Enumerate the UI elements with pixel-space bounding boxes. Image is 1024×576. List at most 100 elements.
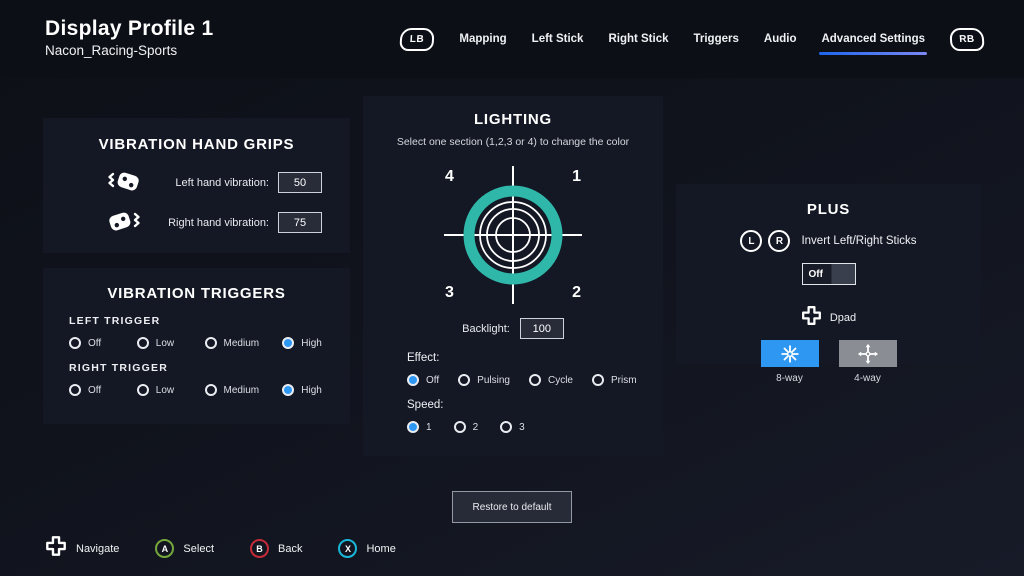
section-2-label[interactable]: 2 (572, 284, 581, 302)
legend-back-label: Back (278, 543, 302, 555)
left-hand-vibration-label: Left hand vibration: (147, 177, 278, 189)
controller-legend-bar: Navigate A Select B Back X Home (45, 535, 396, 562)
tab-triggers[interactable]: Triggers (694, 29, 739, 49)
tab-audio[interactable]: Audio (764, 29, 797, 49)
right-trigger-medium[interactable]: Medium (205, 384, 283, 396)
backlight-row: Backlight: (363, 318, 663, 339)
right-hand-vibration-label: Right hand vibration: (147, 217, 278, 229)
profile-title-block: Display Profile 1 Nacon_Racing-Sports (45, 17, 214, 58)
section-4-label[interactable]: 4 (445, 168, 454, 186)
legend-select-label: Select (183, 543, 214, 555)
page-title: Display Profile 1 (45, 17, 214, 41)
legend-navigate: Navigate (45, 535, 119, 562)
invert-sticks-row: L R Invert Left/Right Sticks (676, 230, 981, 252)
tab-advanced-settings[interactable]: Advanced Settings (821, 29, 925, 49)
active-tab-underline (819, 52, 927, 55)
lighting-panel: LIGHTING Select one section (1,2,3 or 4)… (363, 96, 663, 456)
effect-pulsing[interactable]: Pulsing (458, 374, 510, 386)
speed-1[interactable]: 1 (407, 421, 432, 433)
vibration-hand-grips-title: VIBRATION HAND GRIPS (43, 136, 350, 153)
four-way-button[interactable] (839, 340, 897, 367)
right-trigger-options: Off Low Medium High (69, 384, 350, 396)
speed-options: 1 2 3 (407, 421, 663, 433)
lb-bumper-icon[interactable]: LB (400, 28, 436, 51)
lighting-title: LIGHTING (363, 111, 663, 128)
dpad-icon (45, 535, 67, 562)
tab-mapping[interactable]: Mapping (459, 29, 506, 49)
lighting-target-icon (438, 160, 588, 310)
legend-navigate-label: Navigate (76, 543, 119, 555)
radio-icon (69, 337, 81, 349)
tab-left-stick[interactable]: Left Stick (532, 29, 584, 49)
left-trigger-options: Off Low Medium High (69, 337, 350, 349)
eight-way-button[interactable] (761, 340, 819, 367)
radio-icon (592, 374, 604, 386)
effect-label: Effect: (407, 352, 663, 364)
left-trigger-label: LEFT TRIGGER (69, 315, 350, 327)
legend-home-label: Home (366, 543, 395, 555)
rb-bumper-icon[interactable]: RB (949, 28, 985, 51)
left-hand-vibration-icon (107, 169, 147, 196)
speed-2[interactable]: 2 (454, 421, 479, 433)
vibration-hand-grips-panel: VIBRATION HAND GRIPS Left hand vibration… (43, 118, 350, 253)
backlight-input[interactable] (520, 318, 564, 339)
section-1-label[interactable]: 1 (572, 168, 581, 186)
right-trigger-off[interactable]: Off (69, 384, 137, 396)
effect-off[interactable]: Off (407, 374, 439, 386)
profile-name: Nacon_Racing-Sports (45, 43, 214, 58)
plus-panel: PLUS L R Invert Left/Right Sticks Off Dp… (676, 184, 981, 364)
radio-icon (500, 421, 512, 433)
radio-icon-selected (282, 337, 294, 349)
radio-icon (205, 384, 217, 396)
dpad-icon (801, 305, 822, 331)
effect-cycle[interactable]: Cycle (529, 374, 573, 386)
radio-icon-selected (407, 421, 419, 433)
radio-icon (205, 337, 217, 349)
left-trigger-medium[interactable]: Medium (205, 337, 283, 349)
dpad-row: Dpad (676, 305, 981, 331)
right-trigger-low[interactable]: Low (137, 384, 205, 396)
right-hand-vibration-row: Right hand vibration: (107, 209, 322, 236)
b-button-icon: B (250, 539, 269, 558)
radio-icon-selected (282, 384, 294, 396)
lighting-subtitle: Select one section (1,2,3 or 4) to chang… (363, 136, 663, 148)
effect-prism[interactable]: Prism (592, 374, 637, 386)
restore-to-default-button[interactable]: Restore to default (452, 491, 572, 523)
vibration-triggers-panel: VIBRATION TRIGGERS LEFT TRIGGER Off Low … (43, 268, 350, 424)
eight-way-icon (779, 343, 801, 365)
invert-sticks-toggle[interactable]: Off (802, 263, 856, 285)
radio-icon (137, 337, 149, 349)
four-way-icon (857, 343, 879, 365)
plus-title: PLUS (676, 201, 981, 218)
lighting-sections-target[interactable]: 4 1 3 2 (438, 160, 588, 310)
vibration-triggers-title: VIBRATION TRIGGERS (43, 285, 350, 302)
left-trigger-high[interactable]: High (282, 337, 350, 349)
right-hand-vibration-icon (107, 209, 147, 236)
legend-home: X Home (338, 539, 395, 558)
speed-label: Speed: (407, 399, 663, 411)
top-navigation: LB Mapping Left Stick Right Stick Trigge… (400, 0, 984, 78)
dpad-mode-buttons: 8-way 4-way (676, 340, 981, 384)
effect-options: Off Pulsing Cycle Prism (407, 374, 663, 386)
right-trigger-high[interactable]: High (282, 384, 350, 396)
radio-icon (137, 384, 149, 396)
left-hand-vibration-row: Left hand vibration: (107, 169, 322, 196)
r-stick-icon: R (768, 230, 790, 252)
invert-sticks-value: Off (803, 269, 823, 280)
four-way-label: 4-way (854, 373, 881, 384)
a-button-icon: A (155, 539, 174, 558)
section-3-label[interactable]: 3 (445, 284, 454, 302)
left-trigger-low[interactable]: Low (137, 337, 205, 349)
radio-icon (454, 421, 466, 433)
right-trigger-label: RIGHT TRIGGER (69, 362, 350, 374)
legend-back: B Back (250, 539, 302, 558)
left-hand-vibration-input[interactable] (278, 172, 322, 193)
backlight-label: Backlight: (462, 323, 510, 335)
tab-right-stick[interactable]: Right Stick (608, 29, 668, 49)
header-bar: Display Profile 1 Nacon_Racing-Sports LB… (0, 0, 1024, 78)
left-trigger-off[interactable]: Off (69, 337, 137, 349)
radio-icon (69, 384, 81, 396)
speed-3[interactable]: 3 (500, 421, 525, 433)
mode-8-way: 8-way (761, 340, 819, 384)
right-hand-vibration-input[interactable] (278, 212, 322, 233)
